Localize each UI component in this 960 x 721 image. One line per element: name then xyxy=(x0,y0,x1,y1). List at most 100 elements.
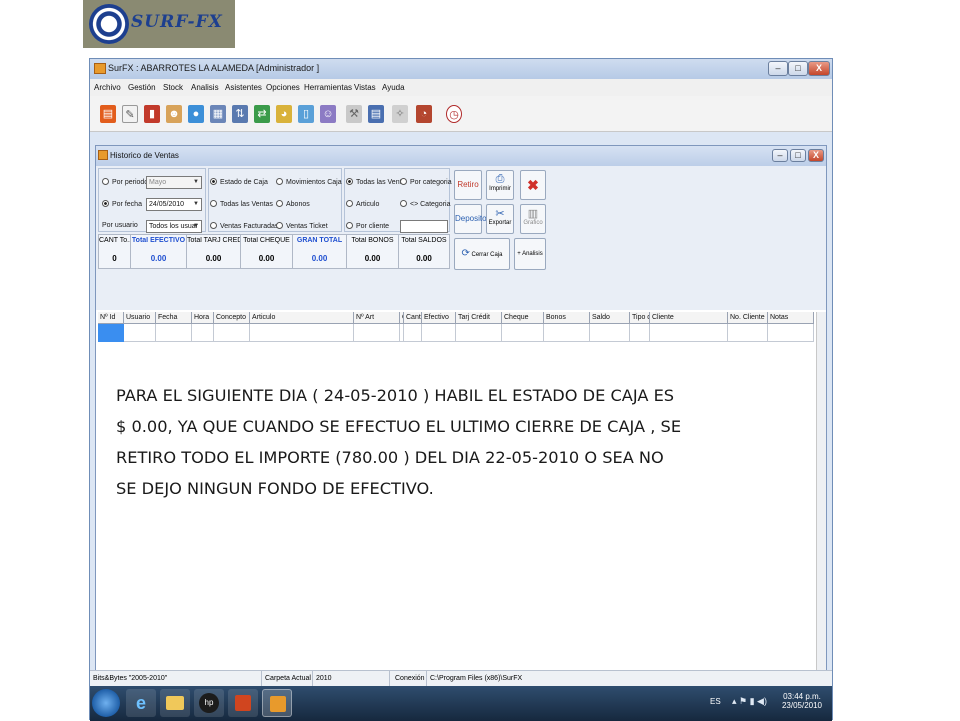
column-header[interactable]: Tipo d xyxy=(630,312,650,324)
radio-movimientos-caja[interactable]: Movimientos Caja xyxy=(276,178,342,186)
document-icon[interactable]: ▤ xyxy=(100,105,116,123)
minimize-button[interactable]: – xyxy=(768,61,788,76)
column-header[interactable]: Cliente xyxy=(650,312,728,324)
menu-archivo[interactable]: Archivo xyxy=(94,83,121,92)
column-header[interactable]: Notas xyxy=(768,312,814,324)
surfx-icon[interactable] xyxy=(262,689,292,717)
grid-cell[interactable] xyxy=(214,324,250,342)
clock[interactable]: 03:44 p.m. 23/05/2010 xyxy=(778,692,826,710)
bottle-icon[interactable]: ▯ xyxy=(298,105,314,123)
grid-cell[interactable] xyxy=(728,324,768,342)
column-header[interactable]: Cheque xyxy=(502,312,544,324)
menu-gestion[interactable]: Gestión xyxy=(128,83,156,92)
mdi-minimize-button[interactable]: – xyxy=(772,149,788,162)
menu-ayuda[interactable]: Ayuda xyxy=(382,83,405,92)
grid-cell[interactable] xyxy=(544,324,590,342)
vertical-scrollbar[interactable] xyxy=(816,312,826,694)
chart-icon[interactable]: ◕ xyxy=(276,105,292,123)
user-group-icon[interactable]: ☺ xyxy=(320,105,336,123)
palette-icon[interactable]: ● xyxy=(188,105,204,123)
hp-icon[interactable]: hp xyxy=(194,689,224,717)
grafico-button[interactable]: ▥ Grafico xyxy=(520,204,546,234)
grid-cell[interactable] xyxy=(456,324,502,342)
ledger-icon[interactable]: ▤ xyxy=(368,105,384,123)
grid-cell[interactable] xyxy=(404,324,422,342)
menu-herramientas[interactable]: Herramientas xyxy=(304,83,352,92)
grid-cell[interactable] xyxy=(650,324,728,342)
edit-icon[interactable]: ✎ xyxy=(122,105,138,123)
radio-ventas-ticket[interactable]: Ventas Ticket xyxy=(276,222,328,230)
retiro-button[interactable]: Retiro xyxy=(454,170,482,200)
grid-cell[interactable] xyxy=(156,324,192,342)
radio-ventas-facturadas[interactable]: Ventas Facturadas xyxy=(210,222,278,230)
radio-not-categoria[interactable]: <> Categoria xyxy=(400,200,450,208)
clock-icon[interactable]: ◷ xyxy=(446,105,462,123)
transfer-icon[interactable]: ⇅ xyxy=(232,105,248,123)
magic-icon[interactable]: ✧ xyxy=(392,105,408,123)
menu-stock[interactable]: Stock xyxy=(163,83,183,92)
grid-cell[interactable] xyxy=(768,324,814,342)
grid-cell[interactable] xyxy=(354,324,400,342)
tray-icons[interactable]: ▴ ⚑ ▮ ◀) xyxy=(732,696,767,707)
column-header[interactable]: Efectivo xyxy=(422,312,456,324)
close-button[interactable]: X xyxy=(808,61,830,76)
grid-cell[interactable] xyxy=(590,324,630,342)
radio-todas-ventas-scope[interactable]: Todas las Venti xyxy=(346,178,403,186)
column-header[interactable]: Tarj Crédit xyxy=(456,312,502,324)
radio-articulo[interactable]: Articulo xyxy=(346,200,379,208)
menu-opciones[interactable]: Opciones xyxy=(266,83,300,92)
start-orb-icon[interactable] xyxy=(92,689,120,717)
radio-por-cliente[interactable]: Por cliente xyxy=(346,222,389,230)
analisis-button[interactable]: + Analisis xyxy=(514,238,546,270)
grid-cell[interactable] xyxy=(250,324,354,342)
internet-explorer-icon[interactable]: e xyxy=(126,689,156,717)
grid-cell[interactable] xyxy=(124,324,156,342)
presentation-icon[interactable] xyxy=(228,689,258,717)
exportar-button[interactable]: ✂ Exportar xyxy=(486,204,514,234)
maximize-button[interactable]: □ xyxy=(788,61,808,76)
column-header[interactable]: Fecha xyxy=(156,312,192,324)
menu-vistas[interactable]: Vistas xyxy=(354,83,376,92)
column-header[interactable]: Nº Art xyxy=(354,312,400,324)
language-indicator[interactable]: ES xyxy=(710,697,721,706)
radio-estado-caja[interactable]: Estado de Caja xyxy=(210,178,268,186)
radio-por-periodo[interactable]: Por periodo xyxy=(102,178,148,186)
column-header[interactable]: Concepto xyxy=(214,312,250,324)
calculator-icon[interactable]: ▦ xyxy=(210,105,226,123)
column-header[interactable]: Usuario xyxy=(124,312,156,324)
column-header[interactable]: Hora xyxy=(192,312,214,324)
user-icon[interactable]: ☻ xyxy=(166,105,182,123)
chart-pie-icon[interactable]: ◔ xyxy=(416,105,432,123)
mdi-close-button[interactable]: X xyxy=(808,149,824,162)
fecha-picker[interactable]: 24/05/2010 ▼ xyxy=(146,198,202,211)
grid-cell[interactable] xyxy=(192,324,214,342)
grid-cell[interactable] xyxy=(630,324,650,342)
imprimir-button[interactable]: ⎙ Imprimir xyxy=(486,170,514,200)
usuario-select[interactable]: Todos los usuar ▼ xyxy=(146,220,202,233)
grid-cell[interactable] xyxy=(502,324,544,342)
book-icon[interactable]: ▮ xyxy=(144,105,160,123)
column-header[interactable]: Cant xyxy=(404,312,422,324)
deposito-button[interactable]: Deposito xyxy=(454,204,487,234)
column-header[interactable]: No. Cliente xyxy=(728,312,768,324)
mdi-maximize-button[interactable]: □ xyxy=(790,149,806,162)
radio-todas-ventas[interactable]: Todas las Ventas xyxy=(210,200,273,208)
cliente-input[interactable] xyxy=(400,220,448,233)
tools-icon[interactable]: ⚒ xyxy=(346,105,362,123)
column-header[interactable]: Saldo xyxy=(590,312,630,324)
folder-icon[interactable] xyxy=(160,689,190,717)
radio-por-fecha[interactable]: Por fecha xyxy=(102,200,142,208)
column-header[interactable]: Nº Id xyxy=(98,312,124,324)
cerrar-caja-button[interactable]: ⟳ Cerrar Caja xyxy=(454,238,510,270)
radio-por-categoria[interactable]: Por categoria xyxy=(400,178,452,186)
grid-cell[interactable] xyxy=(422,324,456,342)
selected-cell[interactable] xyxy=(98,324,124,342)
column-header[interactable]: Bonos xyxy=(544,312,590,324)
menu-analisis[interactable]: Analisis xyxy=(191,83,219,92)
radio-abonos[interactable]: Abonos xyxy=(276,200,310,208)
arrows-icon[interactable]: ⇄ xyxy=(254,105,270,123)
periodo-select[interactable]: Mayo ▼ xyxy=(146,176,202,189)
menu-asistentes[interactable]: Asistentes xyxy=(225,83,262,92)
column-header[interactable]: Articulo xyxy=(250,312,354,324)
cancel-x-button[interactable]: ✖ xyxy=(520,170,546,200)
